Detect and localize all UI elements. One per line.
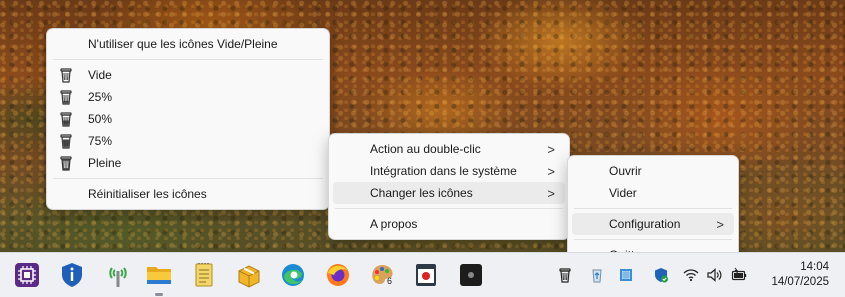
change-icons-submenu: N'utiliser que les icônes Vide/Pleine Vi… xyxy=(46,28,330,210)
running-indicator xyxy=(155,293,163,296)
wifi-tower-icon[interactable] xyxy=(104,261,132,289)
palette-badge: 6 xyxy=(387,276,393,286)
recycle-bin-25-icon xyxy=(60,90,72,105)
chevron-right-icon: > xyxy=(547,164,555,179)
recycle-bin-75-icon xyxy=(60,134,72,149)
double-click-action-label: Action au double-clic xyxy=(370,142,481,156)
system-integration-item[interactable]: Intégration dans le système > xyxy=(333,160,565,182)
configuration-item[interactable]: Configuration > xyxy=(572,213,734,235)
menu-separator xyxy=(53,178,323,179)
recycle-bin-tray-icon[interactable] xyxy=(557,267,573,283)
open-item[interactable]: Ouvrir xyxy=(572,160,734,182)
empty-bin-item[interactable]: Vider xyxy=(572,182,734,204)
notepad-icon[interactable] xyxy=(190,261,218,289)
recycle-bin-empty-icon xyxy=(60,68,72,83)
package-icon[interactable] xyxy=(235,261,263,289)
file-explorer-icon[interactable] xyxy=(145,261,173,289)
chevron-right-icon: > xyxy=(547,142,555,157)
icon-level-label: Vide xyxy=(88,68,112,82)
icon-level-label: Pleine xyxy=(88,156,122,170)
double-click-action-item[interactable]: Action au double-clic > xyxy=(333,138,565,160)
icon-level-50-item[interactable]: 50% xyxy=(51,108,325,130)
processor-app-icon[interactable] xyxy=(13,261,41,289)
icon-level-75-item[interactable]: 75% xyxy=(51,130,325,152)
clock-time: 14:04 xyxy=(800,261,829,273)
edge-browser-icon[interactable] xyxy=(279,261,307,289)
system-integration-label: Intégration dans le système xyxy=(370,164,517,178)
security-shield-icon[interactable] xyxy=(58,261,86,289)
recycle-bin-50-icon xyxy=(60,112,72,127)
chevron-right-icon: > xyxy=(547,186,555,201)
configuration-label: Configuration xyxy=(609,217,681,231)
use-empty-full-only-item[interactable]: N'utiliser que les icônes Vide/Pleine xyxy=(51,33,325,55)
firefox-icon[interactable] xyxy=(324,261,352,289)
clock-date: 14/07/2025 xyxy=(771,276,829,288)
configuration-submenu: Action au double-clic > Intégration dans… xyxy=(328,133,570,240)
icon-level-vide-item[interactable]: Vide xyxy=(51,64,325,86)
menu-separator xyxy=(574,208,732,209)
defender-icon[interactable] xyxy=(653,267,669,283)
menu-separator xyxy=(574,239,732,240)
about-label: A propos xyxy=(370,217,418,231)
icon-level-25-item[interactable]: 25% xyxy=(51,86,325,108)
about-item[interactable]: A propos xyxy=(333,213,565,235)
recycle-bin-full-icon xyxy=(60,156,72,171)
wifi-icon[interactable] xyxy=(683,267,699,283)
reset-icons-item[interactable]: Réinitialiser les icônes xyxy=(51,183,325,205)
reset-icons-label: Réinitialiser les icônes xyxy=(88,187,207,201)
change-icons-item[interactable]: Changer les icônes > xyxy=(333,182,565,204)
taskbar: 6 14:04 14/07/2025 xyxy=(0,252,845,297)
dark-app-icon[interactable] xyxy=(457,261,485,289)
menu-separator xyxy=(53,59,323,60)
recorder-app-icon[interactable] xyxy=(412,261,440,289)
icon-level-label: 50% xyxy=(88,112,113,126)
icon-level-label: 75% xyxy=(88,134,113,148)
volume-icon[interactable] xyxy=(706,267,722,283)
icon-level-label: 25% xyxy=(88,90,113,104)
menu-separator xyxy=(335,208,563,209)
monitor-app-icon[interactable] xyxy=(618,267,634,283)
chevron-right-icon: > xyxy=(716,217,724,232)
use-empty-full-only-label: N'utiliser que les icônes Vide/Pleine xyxy=(88,37,278,51)
taskbar-clock[interactable]: 14:04 14/07/2025 xyxy=(771,260,829,290)
open-label: Ouvrir xyxy=(609,164,642,178)
change-icons-label: Changer les icônes xyxy=(370,186,473,200)
battery-icon[interactable] xyxy=(731,267,747,283)
empty-bin-label: Vider xyxy=(609,186,637,200)
recycle-bin-app-icon[interactable] xyxy=(589,267,605,283)
icon-level-pleine-item[interactable]: Pleine xyxy=(51,152,325,174)
